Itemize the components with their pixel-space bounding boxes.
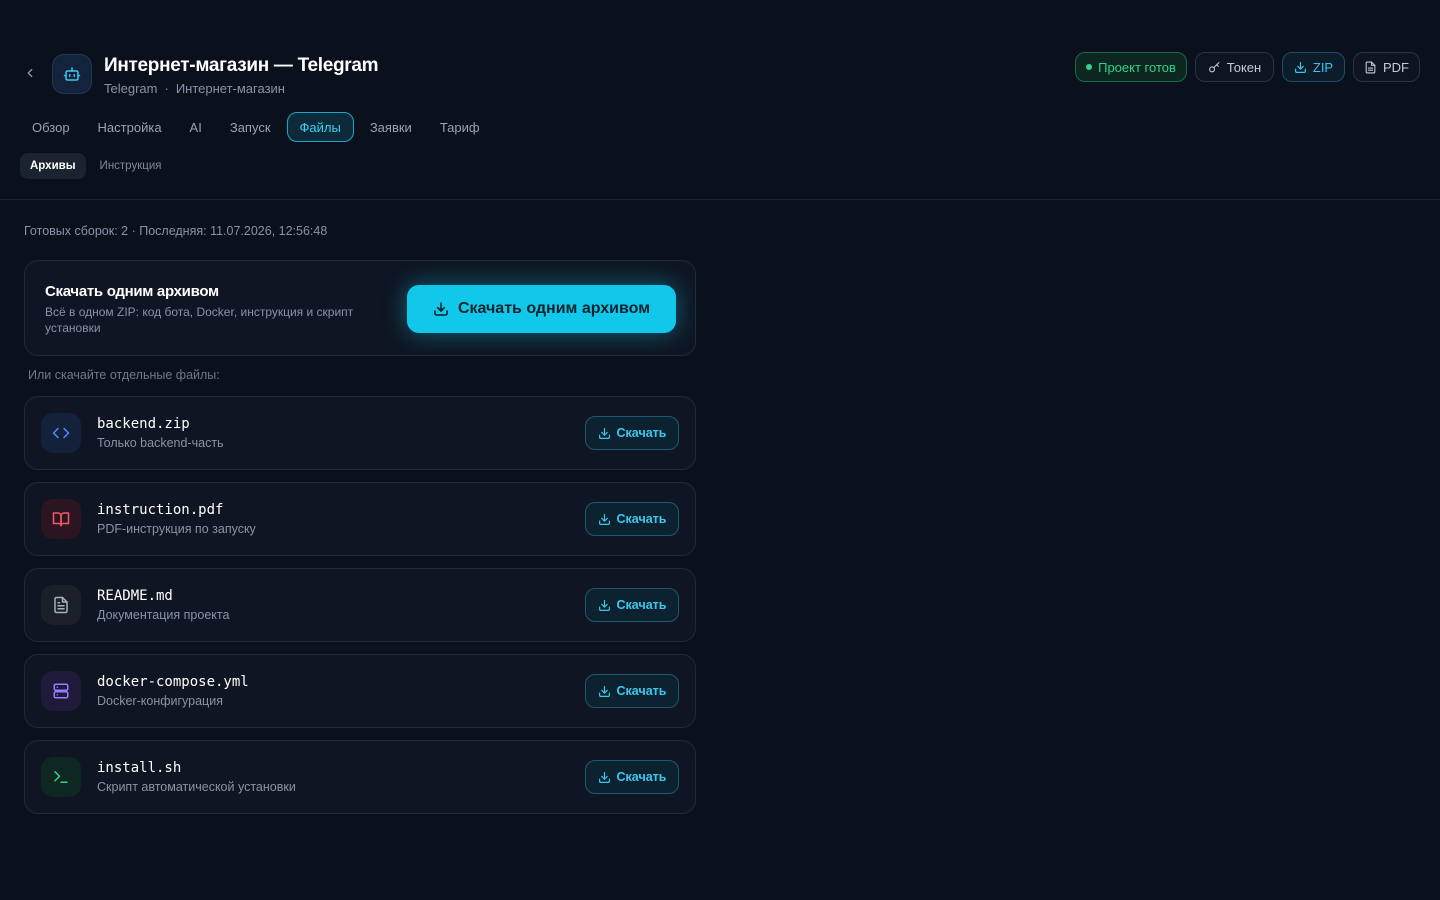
file-description: Только backend-часть	[97, 436, 224, 450]
status-badge: Проект готов	[1075, 52, 1187, 82]
breadcrumb-item-platform[interactable]: Telegram	[104, 81, 157, 96]
download-icon	[598, 685, 610, 697]
pdf-button-label: PDF	[1383, 59, 1409, 75]
file-name: instruction.pdf	[97, 502, 224, 518]
server-icon	[53, 683, 69, 699]
breadcrumb-separator: ·	[164, 81, 169, 96]
download-button-label: Скачать	[616, 598, 667, 612]
download-button-label: Скачать	[616, 512, 667, 526]
file-description: Документация проекта	[97, 608, 230, 622]
sub-tabs: Архивы Инструкция	[20, 153, 171, 179]
file-icon-container	[41, 757, 81, 797]
zip-button[interactable]: ZIP	[1282, 52, 1345, 82]
tab-pricing[interactable]: Тариф	[428, 112, 492, 142]
file-name: docker-compose.yml	[97, 674, 249, 690]
file-description: Docker-конфигурация	[97, 694, 223, 708]
subtab-archives[interactable]: Архивы	[20, 153, 86, 179]
file-icon-container	[41, 413, 81, 453]
download-icon	[598, 513, 610, 525]
file-item-docker-compose: docker-compose.yml Docker-конфигурация С…	[24, 654, 696, 728]
tab-launch[interactable]: Запуск	[218, 112, 283, 142]
archive-title: Скачать одним архивом	[45, 283, 219, 300]
status-dot-icon	[1086, 64, 1093, 70]
file-description: Скрипт автоматической установки	[97, 780, 296, 794]
main-tabs: Обзор Настройка AI Запуск Файлы Заявки Т…	[20, 112, 496, 142]
file-item-install: install.sh Скрипт автоматической установ…	[24, 740, 696, 814]
chevron-left-icon	[27, 68, 33, 78]
token-button-label: Токен	[1226, 59, 1262, 75]
file-description: PDF-инструкция по запуску	[97, 522, 256, 536]
download-docker-compose-button[interactable]: Скачать	[585, 674, 679, 708]
file-icon-container	[41, 585, 81, 625]
key-icon	[1208, 61, 1220, 72]
code-icon	[52, 427, 70, 439]
file-item-instruction: instruction.pdf PDF-инструкция по запуск…	[24, 482, 696, 556]
download-button-label: Скачать	[616, 684, 667, 698]
file-icon-container	[41, 671, 81, 711]
archive-card: Скачать одним архивом Всё в одном ZIP: к…	[24, 260, 696, 356]
file-text-icon	[1365, 61, 1376, 73]
subtab-instruction[interactable]: Инструкция	[90, 153, 172, 179]
separate-files-label: Или скачайте отдельные файлы:	[28, 368, 220, 382]
download-archive-label: Скачать одним архивом	[457, 300, 651, 317]
token-button[interactable]: Токен	[1195, 52, 1274, 82]
download-instruction-button[interactable]: Скачать	[585, 502, 679, 536]
file-name: README.md	[97, 588, 173, 604]
download-readme-button[interactable]: Скачать	[585, 588, 679, 622]
page-title: Интернет-магазин — Telegram	[104, 55, 379, 76]
tab-overview[interactable]: Обзор	[20, 112, 82, 142]
file-name: backend.zip	[97, 416, 190, 432]
download-install-button[interactable]: Скачать	[585, 760, 679, 794]
file-text-icon	[54, 596, 68, 614]
archive-description: Всё в одном ZIP: код бота, Docker, инстр…	[45, 305, 354, 335]
download-icon	[598, 771, 610, 783]
file-list: backend.zip Только backend-часть Скачать…	[24, 396, 696, 826]
page-header: Интернет-магазин — Telegram Telegram · Инт…	[0, 0, 1440, 200]
file-item-readme: README.md Документация проекта Скачать	[24, 568, 696, 642]
download-icon	[434, 302, 448, 316]
download-icon	[1294, 61, 1306, 73]
builds-meta: Готовых сборок: 2 · Последняя: 11.07.202…	[24, 224, 328, 238]
tab-files[interactable]: Файлы	[286, 112, 354, 142]
back-button[interactable]	[20, 63, 40, 83]
tab-requests[interactable]: Заявки	[358, 112, 424, 142]
breadcrumb: Telegram · Интернет-магазин	[104, 81, 285, 96]
zip-button-label: ZIP	[1312, 59, 1334, 75]
download-backend-button[interactable]: Скачать	[585, 416, 679, 450]
download-button-label: Скачать	[616, 770, 667, 784]
download-button-label: Скачать	[616, 426, 667, 440]
file-name: install.sh	[97, 760, 182, 776]
terminal-icon	[54, 771, 68, 783]
bot-avatar	[52, 54, 92, 94]
download-icon	[598, 599, 610, 611]
file-item-backend: backend.zip Только backend-часть Скачать	[24, 396, 696, 470]
download-icon	[598, 427, 610, 439]
pdf-button[interactable]: PDF	[1353, 52, 1420, 82]
breadcrumb-item-project: Интернет-магазин	[175, 81, 285, 96]
status-label: Проект готов	[1098, 59, 1176, 75]
tab-ai[interactable]: AI	[178, 112, 214, 142]
bot-icon	[63, 67, 81, 81]
tab-settings[interactable]: Настройка	[86, 112, 174, 142]
download-archive-button[interactable]: Скачать одним архивом	[407, 285, 676, 333]
file-icon-container	[41, 499, 81, 539]
book-open-icon	[52, 512, 70, 527]
